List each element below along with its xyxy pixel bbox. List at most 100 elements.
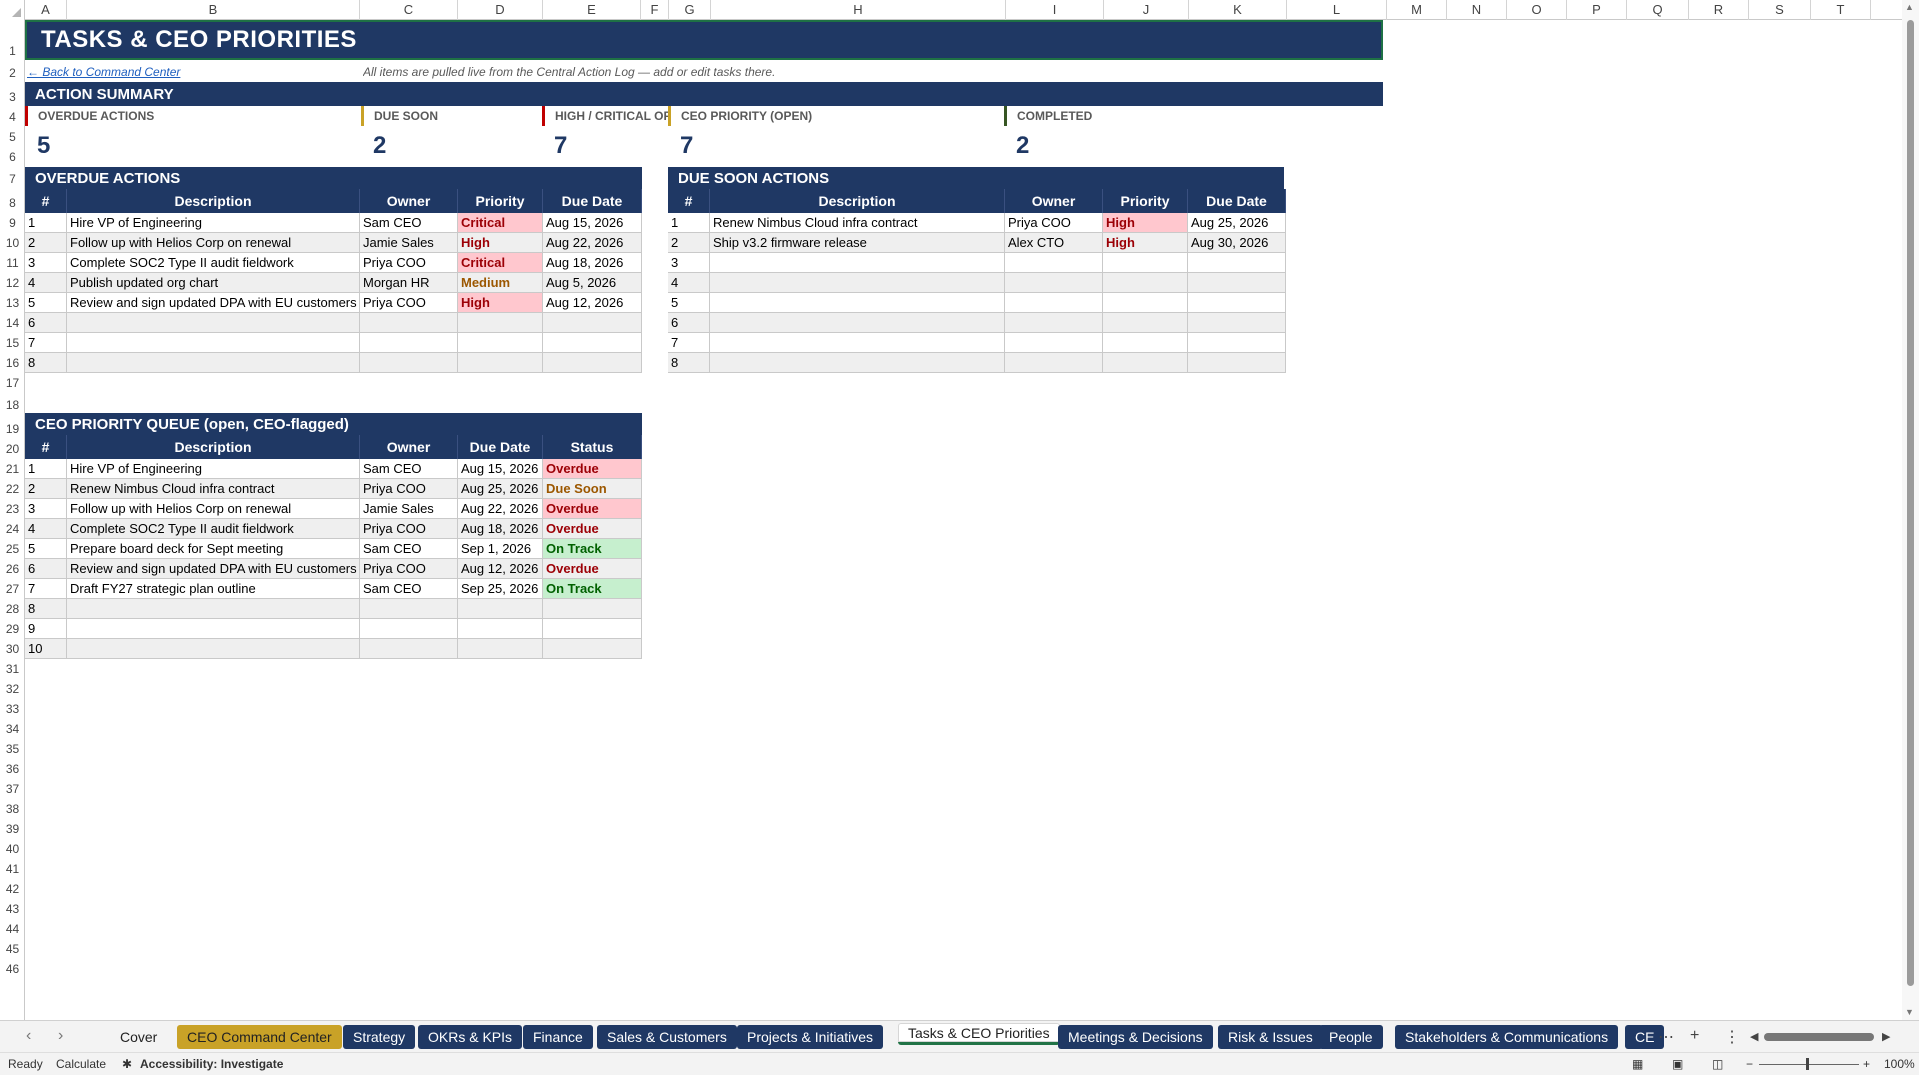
table-cell[interactable]: Aug 25, 2026 <box>1188 213 1286 233</box>
table-cell[interactable]: 7 <box>25 333 67 353</box>
table-cell[interactable] <box>1005 313 1103 333</box>
table-cell[interactable]: Morgan HR <box>360 273 458 293</box>
table-cell[interactable]: Sam CEO <box>360 579 458 599</box>
sheet-tab[interactable]: Cover <box>110 1025 167 1049</box>
column-header[interactable]: A <box>25 0 67 20</box>
row-header[interactable]: 3 <box>0 90 25 106</box>
table-cell[interactable]: Overdue <box>543 519 642 539</box>
column-header[interactable]: M <box>1387 0 1447 20</box>
table-cell[interactable]: Jamie Sales <box>360 233 458 253</box>
column-header[interactable]: R <box>1689 0 1749 20</box>
row-header[interactable]: 26 <box>0 562 25 578</box>
table-cell[interactable] <box>360 313 458 333</box>
table-cell[interactable]: Priya COO <box>360 559 458 579</box>
table-cell[interactable] <box>1188 353 1286 373</box>
table-cell[interactable]: 10 <box>25 639 67 659</box>
row-header[interactable]: 42 <box>0 882 25 898</box>
row-header[interactable]: 22 <box>0 482 25 498</box>
table-cell[interactable] <box>67 313 360 333</box>
prev-sheet-icon[interactable]: ‹ <box>26 1027 31 1045</box>
table-cell[interactable] <box>543 599 642 619</box>
table-cell[interactable]: On Track <box>543 539 642 559</box>
calculate-status[interactable]: Calculate <box>56 1057 106 1071</box>
row-header[interactable]: 32 <box>0 682 25 698</box>
table-cell[interactable]: Follow up with Helios Corp on renewal <box>67 233 360 253</box>
table-cell[interactable] <box>543 333 642 353</box>
row-header[interactable]: 6 <box>0 150 25 166</box>
table-cell[interactable]: 8 <box>25 353 67 373</box>
table-cell[interactable]: Aug 18, 2026 <box>543 253 642 273</box>
table-cell[interactable] <box>1103 253 1188 273</box>
row-header[interactable]: 39 <box>0 822 25 838</box>
row-header[interactable]: 5 <box>0 130 25 146</box>
table-cell[interactable]: Review and sign updated DPA with EU cust… <box>67 559 360 579</box>
table-cell[interactable]: Sep 25, 2026 <box>458 579 543 599</box>
table-cell[interactable] <box>458 599 543 619</box>
row-header[interactable]: 45 <box>0 942 25 958</box>
sheet-tab[interactable]: People <box>1319 1025 1383 1049</box>
table-cell[interactable]: 1 <box>668 213 710 233</box>
table-cell[interactable]: On Track <box>543 579 642 599</box>
column-header[interactable]: S <box>1749 0 1811 20</box>
column-header[interactable]: E <box>543 0 641 20</box>
table-cell[interactable]: 9 <box>25 619 67 639</box>
row-header[interactable]: 16 <box>0 356 25 372</box>
sheet-tab[interactable]: Risk & Issues <box>1218 1025 1323 1049</box>
table-cell[interactable]: Publish updated org chart <box>67 273 360 293</box>
table-cell[interactable] <box>710 273 1005 293</box>
table-cell[interactable]: 7 <box>668 333 710 353</box>
table-cell[interactable] <box>710 313 1005 333</box>
table-cell[interactable]: Ship v3.2 firmware release <box>710 233 1005 253</box>
table-cell[interactable]: Critical <box>458 253 543 273</box>
table-cell[interactable] <box>543 353 642 373</box>
column-header[interactable]: P <box>1567 0 1627 20</box>
table-cell[interactable]: Critical <box>458 213 543 233</box>
table-cell[interactable]: Hire VP of Engineering <box>67 459 360 479</box>
row-header[interactable]: 29 <box>0 622 25 638</box>
table-cell[interactable]: Complete SOC2 Type II audit fieldwork <box>67 519 360 539</box>
table-cell[interactable]: Prepare board deck for Sept meeting <box>67 539 360 559</box>
column-header[interactable]: F <box>641 0 669 20</box>
row-header[interactable]: 19 <box>0 422 25 438</box>
table-cell[interactable] <box>710 293 1005 313</box>
zoom-in-icon[interactable]: + <box>1863 1057 1870 1071</box>
row-header[interactable]: 46 <box>0 962 25 978</box>
table-cell[interactable] <box>543 313 642 333</box>
table-cell[interactable]: 1 <box>25 213 67 233</box>
table-cell[interactable] <box>1188 293 1286 313</box>
table-cell[interactable] <box>458 619 543 639</box>
table-cell[interactable]: 3 <box>25 253 67 273</box>
table-cell[interactable]: Overdue <box>543 459 642 479</box>
row-header[interactable]: 36 <box>0 762 25 778</box>
row-header[interactable]: 44 <box>0 922 25 938</box>
row-header[interactable]: 15 <box>0 336 25 352</box>
row-header[interactable]: 1 <box>0 44 25 60</box>
row-header[interactable]: 33 <box>0 702 25 718</box>
table-cell[interactable] <box>543 619 642 639</box>
select-all-corner[interactable] <box>0 0 25 20</box>
table-cell[interactable]: 1 <box>25 459 67 479</box>
table-cell[interactable]: 2 <box>25 479 67 499</box>
next-sheet-icon[interactable]: › <box>58 1027 63 1045</box>
sheet-tab[interactable]: Sales & Customers <box>597 1025 737 1049</box>
table-cell[interactable]: Priya COO <box>1005 213 1103 233</box>
sheet-tab[interactable]: Projects & Initiatives <box>737 1025 884 1049</box>
table-cell[interactable] <box>67 619 360 639</box>
row-header[interactable]: 38 <box>0 802 25 818</box>
column-header[interactable]: B <box>67 0 360 20</box>
table-cell[interactable] <box>360 639 458 659</box>
column-header[interactable]: Q <box>1627 0 1689 20</box>
row-header[interactable]: 4 <box>0 110 25 126</box>
table-cell[interactable]: 8 <box>668 353 710 373</box>
table-cell[interactable] <box>67 639 360 659</box>
more-sheets-icon[interactable]: ⋯ <box>1658 1027 1674 1047</box>
table-cell[interactable] <box>1188 253 1286 273</box>
table-cell[interactable] <box>1188 273 1286 293</box>
scroll-down-icon[interactable]: ▼ <box>1905 1007 1914 1017</box>
table-cell[interactable]: Due Soon <box>543 479 642 499</box>
row-header[interactable]: 24 <box>0 522 25 538</box>
row-header[interactable]: 20 <box>0 442 25 458</box>
table-cell[interactable]: Aug 18, 2026 <box>458 519 543 539</box>
sheet-grid[interactable]: TASKS & CEO PRIORITIES ← Back to Command… <box>25 20 1902 1020</box>
table-cell[interactable] <box>710 253 1005 273</box>
